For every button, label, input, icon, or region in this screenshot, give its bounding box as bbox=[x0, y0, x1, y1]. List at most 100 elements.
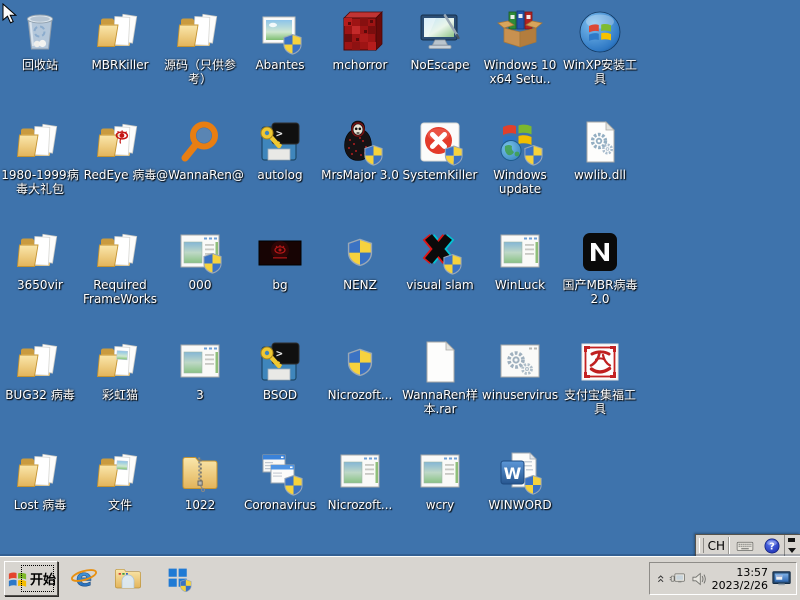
icon-label: winuservirus bbox=[482, 388, 558, 402]
desktop-icon-winword[interactable]: WINWORD bbox=[480, 448, 560, 558]
picture-shield-icon bbox=[256, 8, 304, 56]
redstone-block-icon bbox=[336, 8, 384, 56]
volume-icon[interactable] bbox=[690, 569, 708, 589]
desktop-icon-bug32[interactable]: BUG32 病毒 bbox=[0, 338, 80, 448]
desktop[interactable]: 回收站 MBRKiller 源码（只供参 考） Abantes mchorror… bbox=[0, 0, 640, 558]
desktop-icon-nicrozoft-1[interactable]: Nicrozoft... bbox=[320, 338, 400, 448]
window-gears-icon bbox=[496, 338, 544, 386]
windows-defender-icon[interactable] bbox=[163, 563, 193, 593]
desktop-icon-rainbow-cat[interactable]: 彩虹猫 bbox=[80, 338, 160, 448]
start-button[interactable]: 开始 bbox=[4, 561, 58, 596]
desktop-icon-wwlib-dll[interactable]: wwlib.dll bbox=[560, 118, 640, 228]
desktop-icon-alipay-fu[interactable]: 支付宝集福工 具 bbox=[560, 338, 640, 448]
help-icon bbox=[763, 537, 781, 555]
options-icon bbox=[788, 538, 795, 542]
desktop-icon-noescape[interactable]: NoEscape bbox=[400, 8, 480, 118]
icon-label: Windows 10 x64 Setu.. bbox=[484, 58, 557, 86]
desktop-icon-mchorror[interactable]: mchorror bbox=[320, 8, 400, 118]
desktop-icon-mrsmajor[interactable]: MrsMajor 3.0 bbox=[320, 118, 400, 228]
app-window-icon bbox=[416, 448, 464, 496]
desktop-icon-abantes[interactable]: Abantes bbox=[240, 8, 320, 118]
icon-label: BSOD bbox=[263, 388, 297, 402]
display-tray-icon[interactable] bbox=[771, 568, 793, 590]
desktop-icon-1022[interactable]: 1022 bbox=[160, 448, 240, 558]
zip-folder-icon bbox=[176, 448, 224, 496]
icon-label: 000 bbox=[189, 278, 212, 292]
icon-label: wcry bbox=[426, 498, 454, 512]
minimize-button[interactable] bbox=[788, 546, 796, 553]
desktop-icon-000[interactable]: 000 bbox=[160, 228, 240, 338]
app-window-shield-icon bbox=[176, 228, 224, 276]
floppy-terminal-icon bbox=[256, 338, 304, 386]
language-indicator[interactable]: CH bbox=[705, 535, 728, 556]
icon-label: 国产MBR病毒 2.0 bbox=[563, 278, 638, 306]
open-folder-icon bbox=[176, 8, 224, 56]
file-explorer-icon[interactable] bbox=[112, 562, 144, 594]
tray-time: 13:57 bbox=[712, 566, 768, 579]
icon-label: 文件 bbox=[108, 498, 132, 512]
uac-shield-icon bbox=[336, 338, 384, 386]
doll-shield-icon bbox=[336, 118, 384, 166]
desktop-icon-files[interactable]: 文件 bbox=[80, 448, 160, 558]
box-books-icon bbox=[496, 8, 544, 56]
open-folder-picture-icon bbox=[96, 338, 144, 386]
desktop-icon-win10-setup[interactable]: Windows 10 x64 Setu.. bbox=[480, 8, 560, 118]
network-icon[interactable] bbox=[669, 569, 687, 589]
icon-label: visual slam bbox=[406, 278, 473, 292]
collapse-chevron-icon[interactable] bbox=[655, 571, 666, 586]
n-logo-icon bbox=[576, 228, 624, 276]
desktop-icon-wannaren-rar[interactable]: WannaRen样 本.rar bbox=[400, 338, 480, 448]
icon-label: MBRKiller bbox=[91, 58, 148, 72]
desktop-icon-virus-pack[interactable]: 1980-1999病 毒大礼包 bbox=[0, 118, 80, 228]
desktop-icon-redeye[interactable]: RedEye 病毒 bbox=[80, 118, 160, 228]
desktop-icon-autolog[interactable]: autolog bbox=[240, 118, 320, 228]
desktop-icon-nicrozoft-2[interactable]: Nicrozoft... bbox=[320, 448, 400, 558]
icon-label: autolog bbox=[257, 168, 302, 182]
options-button[interactable] bbox=[788, 538, 796, 542]
desktop-icon-3[interactable]: 3 bbox=[160, 338, 240, 448]
desktop-icon-wcry[interactable]: wcry bbox=[400, 448, 480, 558]
desktop-icon-recycle-bin[interactable]: 回收站 bbox=[0, 8, 80, 118]
drag-handle[interactable] bbox=[699, 538, 704, 553]
dll-page-icon bbox=[576, 118, 624, 166]
chevron-down-icon bbox=[788, 548, 796, 553]
desktop-icon-bsod[interactable]: BSOD bbox=[240, 338, 320, 448]
desktop-icon-wannaren[interactable]: @WannaRen@ bbox=[160, 118, 240, 228]
desktop-icon-lost-virus[interactable]: Lost 病毒 bbox=[0, 448, 80, 558]
keyboard-button[interactable] bbox=[730, 535, 760, 556]
desktop-icon-nenz[interactable]: NENZ bbox=[320, 228, 400, 338]
desktop-icon-mbrkiller[interactable]: MBRKiller bbox=[80, 8, 160, 118]
desktop-icon-bg[interactable]: bg bbox=[240, 228, 320, 338]
desktop-icon-windows-update[interactable]: Windows update bbox=[480, 118, 560, 228]
xp-update-shield-icon bbox=[496, 118, 544, 166]
icon-label: 回收站 bbox=[22, 58, 58, 72]
desktop-icon-source-code[interactable]: 源码（只供参 考） bbox=[160, 8, 240, 118]
icon-label: Lost 病毒 bbox=[14, 498, 67, 512]
desktop-icon-coronavirus[interactable]: Coronavirus bbox=[240, 448, 320, 558]
icon-label: 支付宝集福工 具 bbox=[564, 388, 636, 416]
app-window-icon bbox=[176, 338, 224, 386]
icon-label: bg bbox=[272, 278, 287, 292]
help-button[interactable] bbox=[760, 535, 784, 556]
desktop-icon-3650vir[interactable]: 3650vir bbox=[0, 228, 80, 338]
clock[interactable]: 13:57 2023/2/26 bbox=[712, 566, 768, 592]
red-calligraphy-icon bbox=[576, 338, 624, 386]
icon-label: Windows update bbox=[493, 168, 547, 196]
internet-explorer-icon[interactable] bbox=[69, 563, 99, 593]
open-folder-icon bbox=[16, 448, 64, 496]
icon-label: 1022 bbox=[185, 498, 216, 512]
desktop-icon-winluck[interactable]: WinLuck bbox=[480, 228, 560, 338]
language-bar[interactable]: CH bbox=[695, 534, 800, 557]
app-window-icon bbox=[336, 448, 384, 496]
desktop-icon-winxp-tool[interactable]: WinXP安装工 具 bbox=[560, 8, 640, 118]
desktop-icon-visual-slam[interactable]: visual slam bbox=[400, 228, 480, 338]
desktop-icon-winuservirus[interactable]: winuservirus bbox=[480, 338, 560, 448]
icon-label: Abantes bbox=[255, 58, 304, 72]
open-folder-icon bbox=[16, 118, 64, 166]
desktop-icon-systemkiller[interactable]: SystemKiller bbox=[400, 118, 480, 228]
desktop-icon-mbr-virus[interactable]: 国产MBR病毒 2.0 bbox=[560, 228, 640, 338]
icon-label: Nicrozoft... bbox=[328, 388, 393, 402]
icon-label: 1980-1999病 毒大礼包 bbox=[1, 168, 78, 196]
desktop-icon-required-frameworks[interactable]: Required FrameWorks bbox=[80, 228, 160, 338]
tray-date: 2023/2/26 bbox=[712, 579, 768, 592]
